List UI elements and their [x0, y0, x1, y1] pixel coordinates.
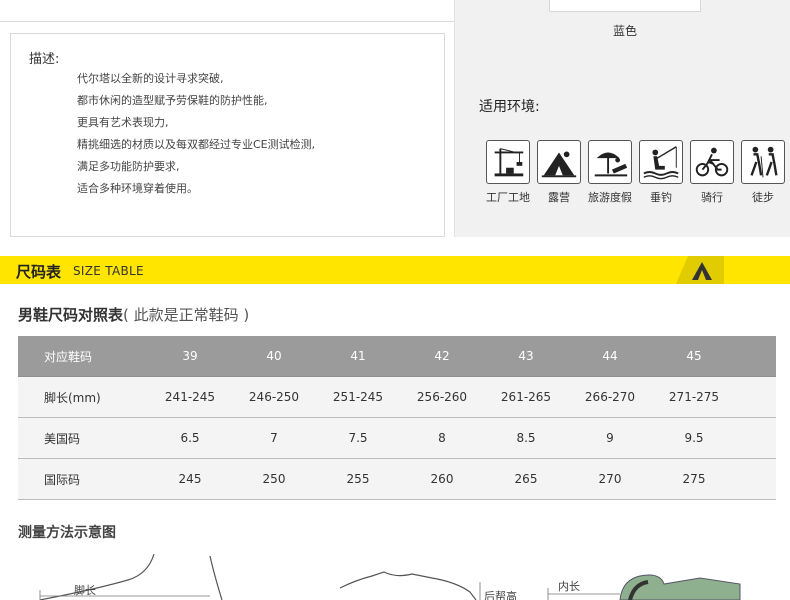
environment-label: 垂钓	[650, 191, 672, 204]
table-cell: 9	[606, 431, 614, 445]
construction-site-icon	[486, 140, 530, 184]
size-table-banner: 尺码表 SIZE TABLE	[0, 256, 790, 284]
table-cell: 275	[682, 472, 706, 486]
description-line: 更具有艺术表现力,	[77, 116, 169, 129]
table-cell: 8	[438, 431, 446, 445]
table-row-label: 美国码	[44, 431, 81, 446]
description-line: 都市休闲的造型赋予劳保鞋的防护性能,	[77, 94, 268, 107]
hiking-icon	[741, 140, 785, 184]
table-cell: 8.5	[516, 431, 536, 445]
table-header-cell: 40	[266, 349, 282, 363]
table-row: 国际码 245 250 255 260 265 270 275	[18, 459, 776, 500]
description-line: 精挑细选的材质以及每双都经过专业CE测试检测,	[77, 138, 316, 151]
table-cell: 266-270	[584, 390, 636, 404]
size-table: 对应鞋码 39 40 41 42 43 44 45 脚长(mm) 241-245…	[18, 336, 776, 500]
table-row-label: 脚长(mm)	[44, 390, 101, 405]
heel-height-label: 后帮高	[484, 589, 517, 600]
table-header-row: 对应鞋码 39 40 41 42 43 44 45	[18, 336, 776, 377]
table-cell: 6.5	[180, 431, 200, 445]
table-row: 美国码 6.5 7 7.5 8 8.5 9 9.5	[18, 418, 776, 459]
table-cell: 256-260	[416, 390, 468, 404]
environment-item-cycling: 骑行	[689, 140, 735, 205]
environment-title: 适用环境:	[479, 99, 540, 115]
table-cell: 7.5	[348, 431, 368, 445]
measure-title: 测量方法示意图	[18, 525, 116, 541]
foot-length-diagram: 脚长	[39, 553, 223, 600]
environment-label: 工厂工地	[486, 191, 530, 204]
table-cell: 251-245	[332, 390, 384, 404]
table-cell: 241-245	[164, 390, 216, 404]
table-cell: 245	[178, 472, 202, 486]
men-size-title: 男鞋尺码对照表( 此款是正常鞋码 )	[18, 304, 249, 325]
table-row: 脚长(mm) 241-245 246-250 251-245 256-260 2…	[18, 377, 776, 418]
table-cell: 255	[346, 472, 370, 486]
environment-list: 工厂工地 露营 旅游度假 垂钓 骑行 徒步	[485, 140, 786, 205]
description-line: 适合多种环境穿着使用。	[77, 182, 198, 195]
environment-item-vacation: 旅游度假	[587, 140, 633, 205]
size-table-title-cn: 尺码表	[16, 263, 62, 281]
table-cell: 261-265	[500, 390, 552, 404]
table-cell: 260	[430, 472, 454, 486]
table-header-cell: 43	[518, 349, 534, 363]
table-cell: 246-250	[248, 390, 300, 404]
environment-item-hiking: 徒步	[740, 140, 786, 205]
inner-length-label: 内长	[558, 579, 580, 593]
description-title: 描述:	[29, 52, 60, 67]
delta-triangle-icon	[676, 256, 724, 284]
environment-item-camping: 露营	[536, 140, 582, 205]
table-header-label: 对应鞋码	[44, 349, 93, 364]
environment-item-fishing: 垂钓	[638, 140, 684, 205]
foot-length-label: 脚长	[74, 583, 96, 597]
top-divider	[0, 21, 454, 22]
table-header-cell: 39	[182, 349, 198, 363]
environment-label: 旅游度假	[588, 191, 632, 204]
table-cell: 250	[262, 472, 286, 486]
heel-height-diagram: 后帮高	[339, 571, 517, 600]
inner-length-diagram: 内长	[547, 574, 741, 600]
environment-label: 露营	[548, 191, 570, 204]
fishing-icon	[639, 140, 683, 184]
color-swatch[interactable]	[549, 0, 701, 12]
size-table-title-en: SIZE TABLE	[73, 264, 144, 278]
table-cell: 270	[598, 472, 622, 486]
product-attributes-panel: 蓝色 适用环境: 工厂工地 露营 旅游度假 垂钓 骑行 徒步	[454, 0, 790, 237]
color-label: 蓝色	[612, 24, 637, 38]
vacation-icon	[588, 140, 632, 184]
description-line: 满足多功能防护要求,	[77, 160, 180, 173]
men-size-title-main: 男鞋尺码对照表	[18, 306, 124, 324]
table-header-cell: 45	[686, 349, 702, 363]
measurement-diagram: 脚长 后帮高 内长	[39, 553, 741, 600]
environment-item-construction: 工厂工地	[485, 140, 531, 205]
table-cell: 9.5	[684, 431, 704, 445]
camping-icon	[537, 140, 581, 184]
description-lines: 代尔塔以全新的设计寻求突破, 都市休闲的造型赋予劳保鞋的防护性能, 更具有艺术表…	[77, 68, 315, 200]
men-size-title-sub: ( 此款是正常鞋码 )	[123, 306, 250, 324]
environment-label: 徒步	[752, 191, 774, 204]
table-cell: 265	[514, 472, 538, 486]
table-header-cell: 42	[434, 349, 450, 363]
description-line: 代尔塔以全新的设计寻求突破,	[77, 72, 224, 85]
table-cell: 271-275	[668, 390, 720, 404]
table-header-cell: 44	[602, 349, 618, 363]
table-header-cell: 41	[350, 349, 366, 363]
environment-label: 骑行	[701, 191, 723, 204]
table-cell: 7	[270, 431, 278, 445]
table-row-label: 国际码	[44, 472, 81, 487]
cycling-icon	[690, 140, 734, 184]
description-box: 描述: 代尔塔以全新的设计寻求突破, 都市休闲的造型赋予劳保鞋的防护性能, 更具…	[10, 33, 445, 237]
